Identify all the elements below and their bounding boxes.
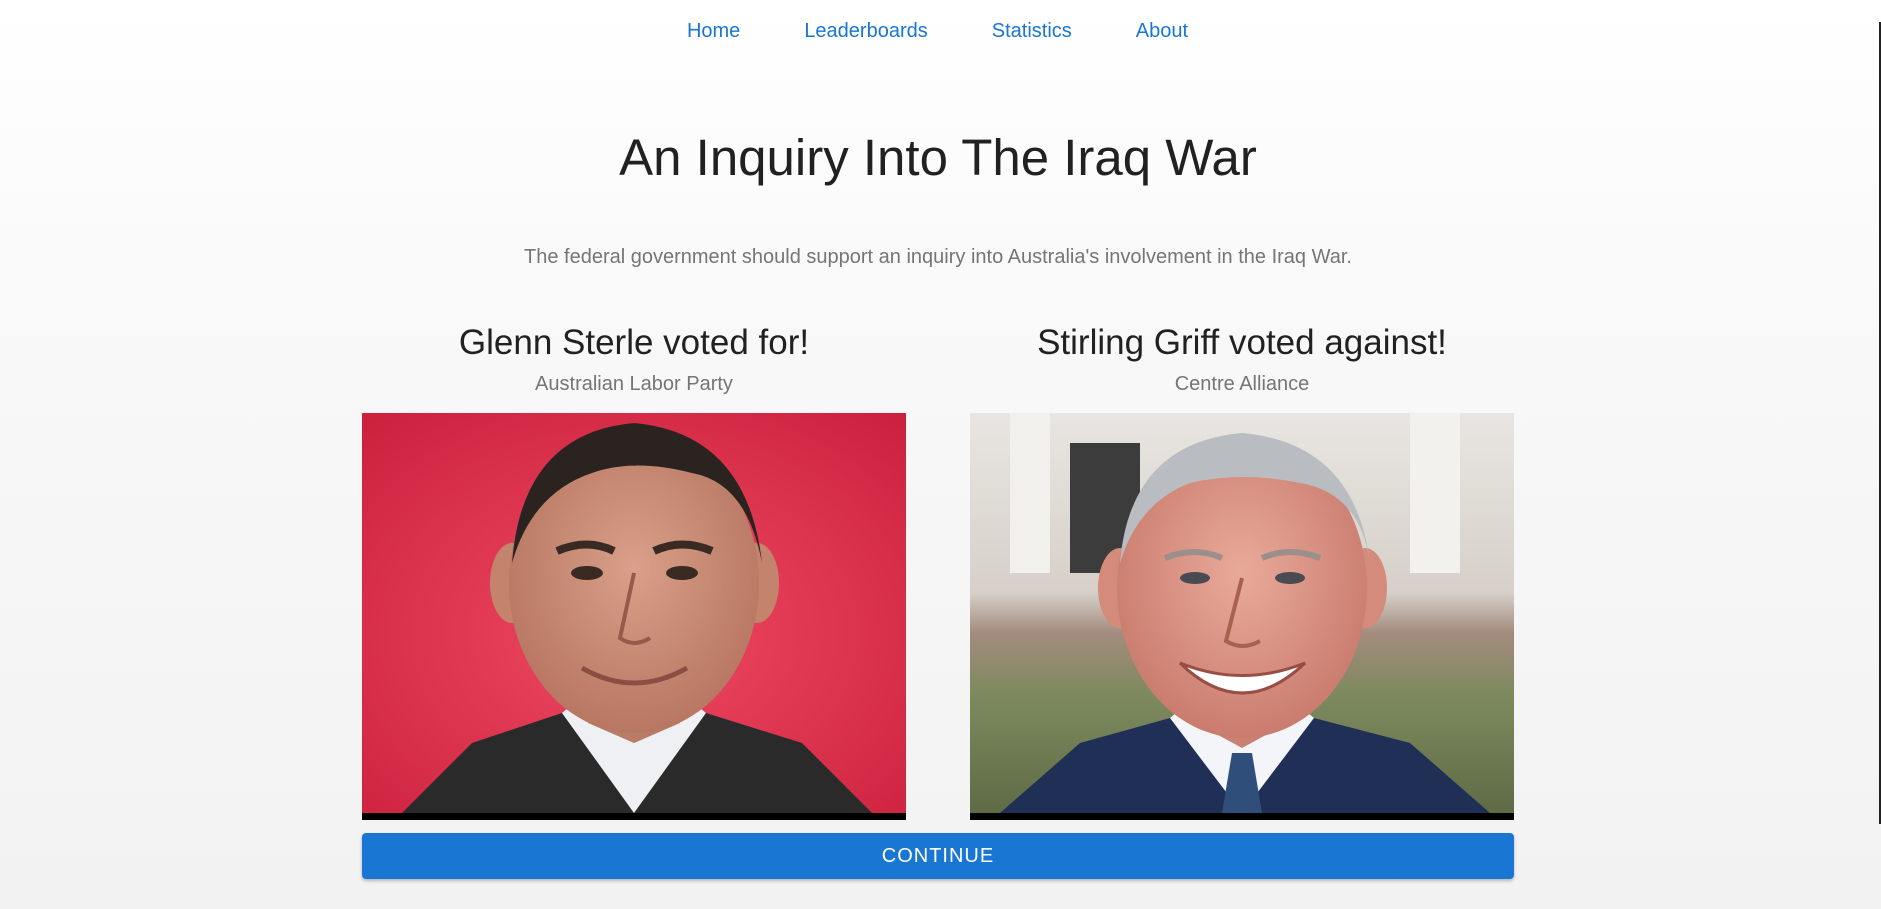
nav-statistics-link[interactable]: Statistics	[960, 20, 1104, 43]
politician-heading: Glenn Sterle voted for!	[458, 323, 810, 362]
politician-heading: Stirling Griff voted against!	[1037, 323, 1447, 362]
politician-card-right: Stirling Griff voted against! Centre All…	[970, 320, 1514, 396]
nav-home-link[interactable]: Home	[655, 20, 772, 43]
nav-leaderboards-link[interactable]: Leaderboards	[772, 20, 959, 43]
vote-title: An Inquiry Into The Iraq War	[619, 129, 1257, 186]
politician-photo-right	[970, 413, 1514, 820]
nav-about-link[interactable]: About	[1104, 20, 1220, 43]
politician-party: Australian Labor Party	[535, 373, 733, 395]
vote-question: The federal government should support an…	[524, 246, 1352, 268]
continue-button[interactable]: CONTINUE	[362, 833, 1514, 879]
top-navigation: Home Leaderboards Statistics About	[0, 0, 1881, 62]
politician-card-left: Glenn Sterle voted for! Australian Labor…	[362, 320, 906, 396]
politician-photo-left	[362, 413, 906, 820]
politician-party: Centre Alliance	[1174, 373, 1310, 395]
